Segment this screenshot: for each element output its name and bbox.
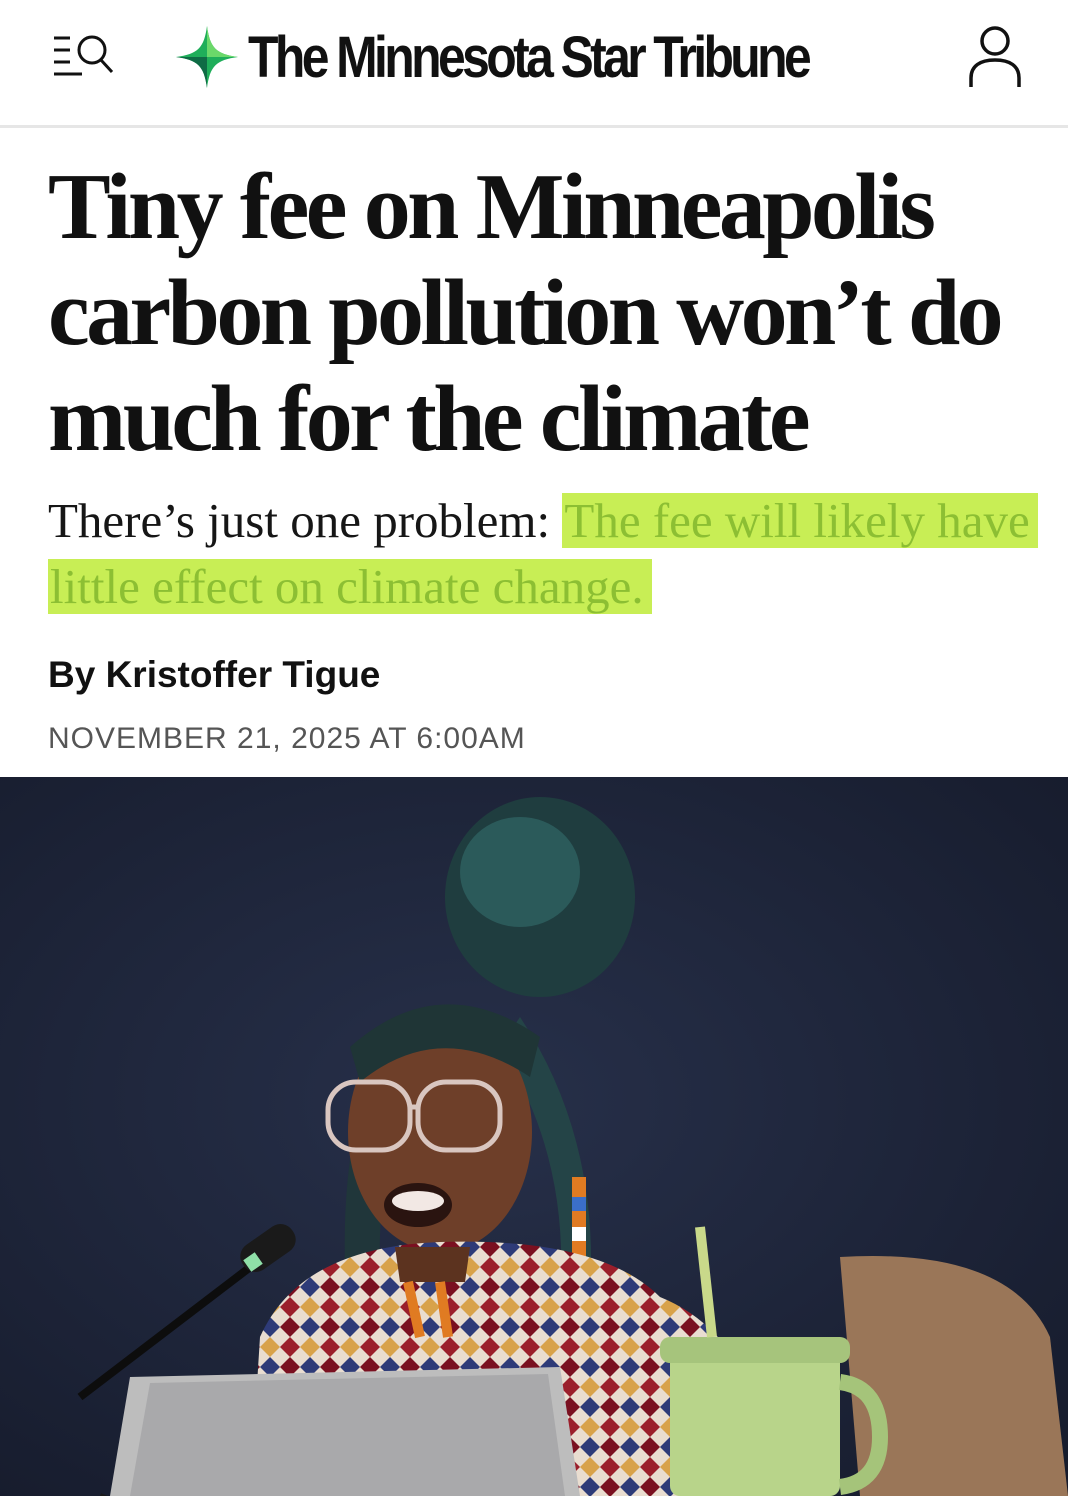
brand-name: The Minnesota Star Tribune [248, 24, 812, 90]
star-logo-icon [176, 26, 238, 88]
byline: By Kristoffer Tigue [48, 654, 380, 696]
publish-date: NOVEMBER 21, 2025 AT 6:00AM [48, 722, 526, 755]
article-photo [0, 777, 1068, 1496]
site-header: The Minnesota Star Tribune [0, 0, 1068, 128]
menu-search-icon[interactable] [48, 30, 120, 80]
author-link[interactable]: Kristoffer Tigue [106, 654, 381, 695]
subhead-text: There’s just one problem: [48, 493, 563, 548]
brand-logo[interactable]: The Minnesota Star Tribune [172, 22, 899, 92]
byline-prefix: By [48, 654, 106, 695]
article-subheadline: There’s just one problem: The fee will l… [48, 488, 1038, 620]
article-headline: Tiny fee on Minneapolis carbon pollution… [48, 155, 1004, 471]
user-account-icon[interactable] [966, 24, 1024, 90]
